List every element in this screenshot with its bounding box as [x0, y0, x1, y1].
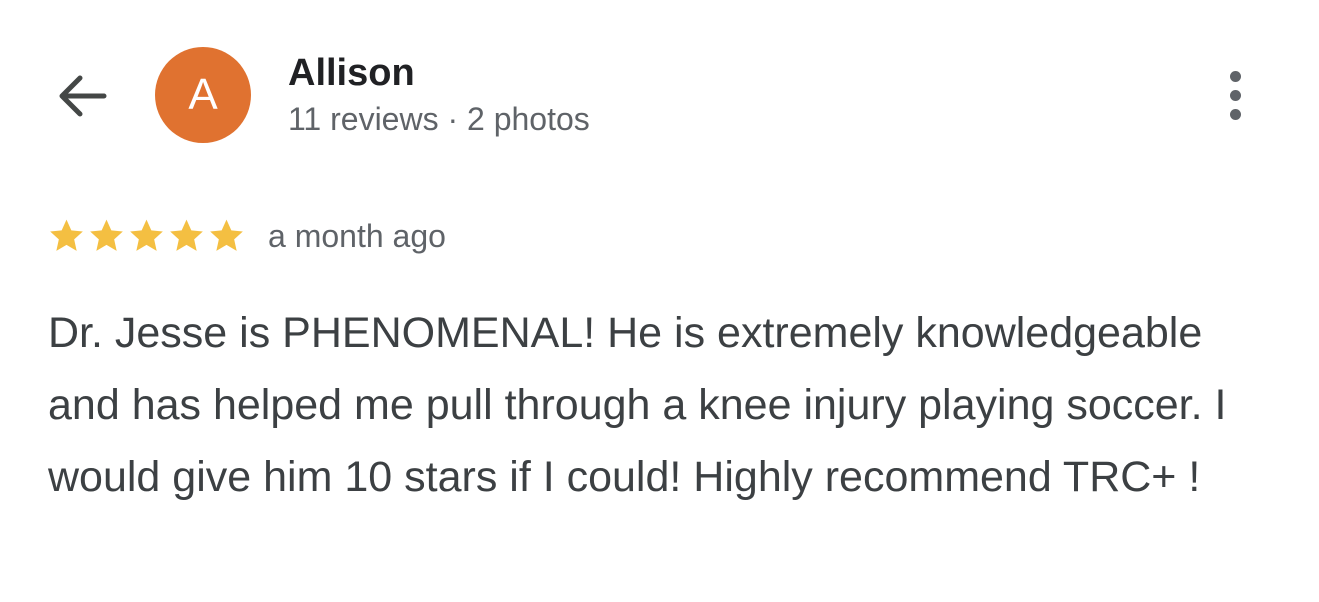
review-text: Dr. Jesse is PHENOMENAL! He is extremely…: [48, 309, 1227, 501]
star-icon: [170, 219, 203, 251]
star-rating: [46, 216, 246, 256]
reviewer-name[interactable]: Allison: [288, 50, 415, 96]
star-icon: [50, 219, 83, 251]
more-vert-icon-dot: [1229, 108, 1241, 120]
star-icon: [130, 219, 163, 251]
more-vert-icon-dot: [1229, 70, 1241, 82]
star-icon: [210, 219, 243, 251]
avatar-initial: A: [188, 70, 218, 119]
review-date: a month ago: [268, 217, 446, 254]
arrow-left-icon: [59, 75, 107, 117]
star-icon: [90, 219, 123, 251]
back-button[interactable]: [52, 68, 112, 124]
avatar[interactable]: A: [155, 47, 251, 143]
reviewer-meta: 11 reviews · 2 photos: [288, 101, 590, 137]
more-options-button[interactable]: [1210, 65, 1260, 125]
more-vert-icon-dot: [1229, 89, 1241, 101]
review-rating-row: a month ago: [46, 216, 446, 256]
